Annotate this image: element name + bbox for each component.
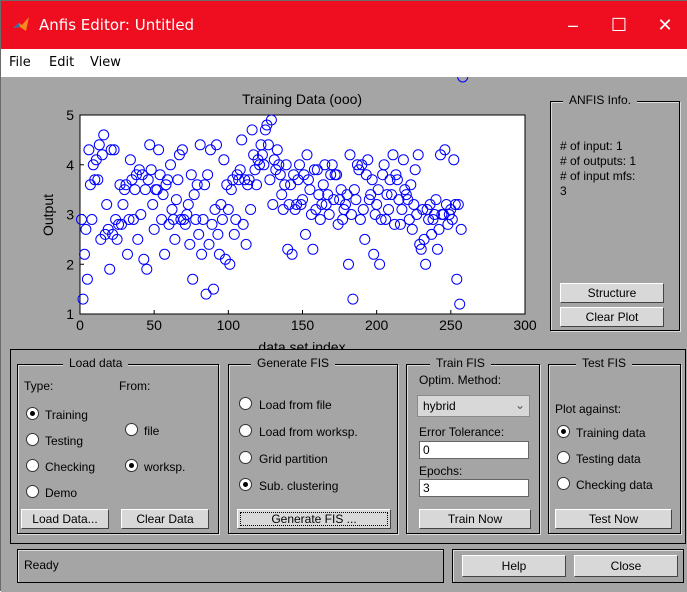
menu-bar: File Edit View	[1, 49, 687, 77]
x-tick-label: 200	[365, 317, 389, 333]
radio-training[interactable]	[26, 407, 39, 420]
radio-test-training-data-label: Training data	[576, 426, 646, 440]
plot-against-label: Plot against:	[555, 402, 622, 416]
x-tick-label: 250	[439, 317, 463, 333]
radio-workspace[interactable]	[125, 459, 138, 472]
test-fis-title: Test FIS	[576, 356, 633, 370]
epochs-input[interactable]: 3	[419, 479, 529, 497]
info-inputs: # of input: 1	[560, 139, 623, 153]
radio-grid-partition-label: Grid partition	[259, 452, 328, 466]
clear-data-button[interactable]: Clear Data	[121, 509, 209, 529]
radio-checking-label: Checking	[45, 460, 96, 474]
generate-fis-button[interactable]: Generate FIS ...	[237, 509, 391, 529]
x-tick-label: 300	[513, 317, 537, 333]
x-tick-label: 50	[146, 317, 162, 333]
anfis-editor-window: Anfis Editor: Untitled – ☐ ✕ File Edit V…	[0, 0, 687, 592]
plot-title: Training Data (ooo)	[242, 91, 362, 107]
close-button[interactable]: Close	[574, 555, 678, 577]
chevron-down-icon: ⌄	[514, 398, 525, 412]
radio-file-label: file	[144, 424, 160, 438]
load-data-title: Load data	[63, 356, 129, 370]
radio-test-testing-data-label: Testing data	[576, 452, 641, 466]
optim-method-dropdown[interactable]: hybrid ⌄	[417, 395, 530, 417]
anfis-info-title: ANFIS Info.	[563, 93, 638, 107]
figure-area: Training Data (ooo) 1 2 3 4 5 0 50 100 150 200 25…	[1, 77, 687, 592]
test-now-button[interactable]: Test Now	[555, 509, 672, 529]
close-window-button[interactable]: ✕	[642, 1, 687, 49]
info-mfs: # of input mfs:	[560, 169, 636, 183]
menu-edit[interactable]: Edit	[49, 55, 74, 70]
radio-sub-clustering-label: Sub. clustering	[259, 479, 339, 493]
train-now-button[interactable]: Train Now	[419, 509, 531, 529]
radio-demo-label: Demo	[45, 486, 78, 500]
minimize-button[interactable]: –	[550, 1, 596, 49]
status-bar: Ready	[17, 549, 444, 583]
radio-testing-label: Testing	[45, 434, 84, 448]
structure-button[interactable]: Structure	[560, 283, 664, 303]
radio-test-training-data[interactable]	[557, 425, 570, 438]
data-point	[457, 77, 469, 83]
radio-test-checking-data[interactable]	[557, 477, 570, 490]
train-fis-title: Train FIS	[430, 356, 491, 370]
error-tolerance-label: Error Tolerance:	[419, 425, 505, 439]
matlab-icon	[13, 17, 29, 31]
y-tick-label: 4	[66, 157, 74, 173]
radio-file[interactable]	[125, 423, 138, 436]
y-tick-label: 3	[66, 207, 74, 223]
menu-file[interactable]: File	[9, 55, 31, 70]
radio-load-from-workspace[interactable]	[239, 424, 252, 437]
optim-method-label: Optim. Method:	[419, 373, 502, 387]
radio-grid-partition[interactable]	[239, 451, 252, 464]
training-data-plot: Training Data (ooo) 1 2 3 4 5 0 50 100 150 200 25…	[40, 77, 537, 352]
y-tick-label: 5	[66, 107, 74, 123]
optim-method-value: hybrid	[423, 399, 456, 413]
radio-load-from-file[interactable]	[239, 397, 252, 410]
radio-load-from-file-label: Load from file	[259, 398, 332, 412]
radio-test-checking-data-label: Checking data	[576, 478, 653, 492]
y-tick-label: 2	[66, 256, 74, 272]
radio-sub-clustering[interactable]	[239, 478, 252, 491]
x-tick-label: 150	[291, 317, 315, 333]
from-label: From:	[119, 379, 151, 393]
clear-plot-button[interactable]: Clear Plot	[560, 307, 664, 327]
radio-training-label: Training	[45, 408, 88, 422]
y-axis-label: Output	[40, 194, 56, 236]
x-tick-label: 0	[76, 317, 84, 333]
radio-checking[interactable]	[26, 459, 39, 472]
radio-load-from-workspace-label: Load from worksp.	[259, 425, 358, 439]
help-button[interactable]: Help	[462, 555, 566, 577]
radio-testing[interactable]	[26, 433, 39, 446]
y-tick-label: 1	[66, 306, 74, 322]
window-title: Anfis Editor: Untitled	[39, 16, 195, 34]
status-text: Ready	[24, 558, 59, 572]
generate-fis-title: Generate FIS	[251, 356, 336, 370]
radio-demo[interactable]	[26, 485, 39, 498]
error-tolerance-input[interactable]: 0	[419, 441, 529, 459]
x-tick-label: 100	[217, 317, 241, 333]
radio-workspace-label: worksp.	[144, 460, 186, 474]
epochs-label: Epochs:	[419, 464, 463, 478]
load-data-button[interactable]: Load Data...	[21, 509, 109, 529]
info-outputs: # of outputs: 1	[560, 154, 637, 168]
menu-view[interactable]: View	[90, 55, 121, 70]
title-bar[interactable]: Anfis Editor: Untitled – ☐ ✕	[1, 1, 687, 49]
radio-test-testing-data[interactable]	[557, 451, 570, 464]
type-label: Type:	[24, 379, 54, 393]
info-mfs-value: 3	[560, 184, 567, 198]
maximize-button[interactable]: ☐	[596, 1, 642, 49]
